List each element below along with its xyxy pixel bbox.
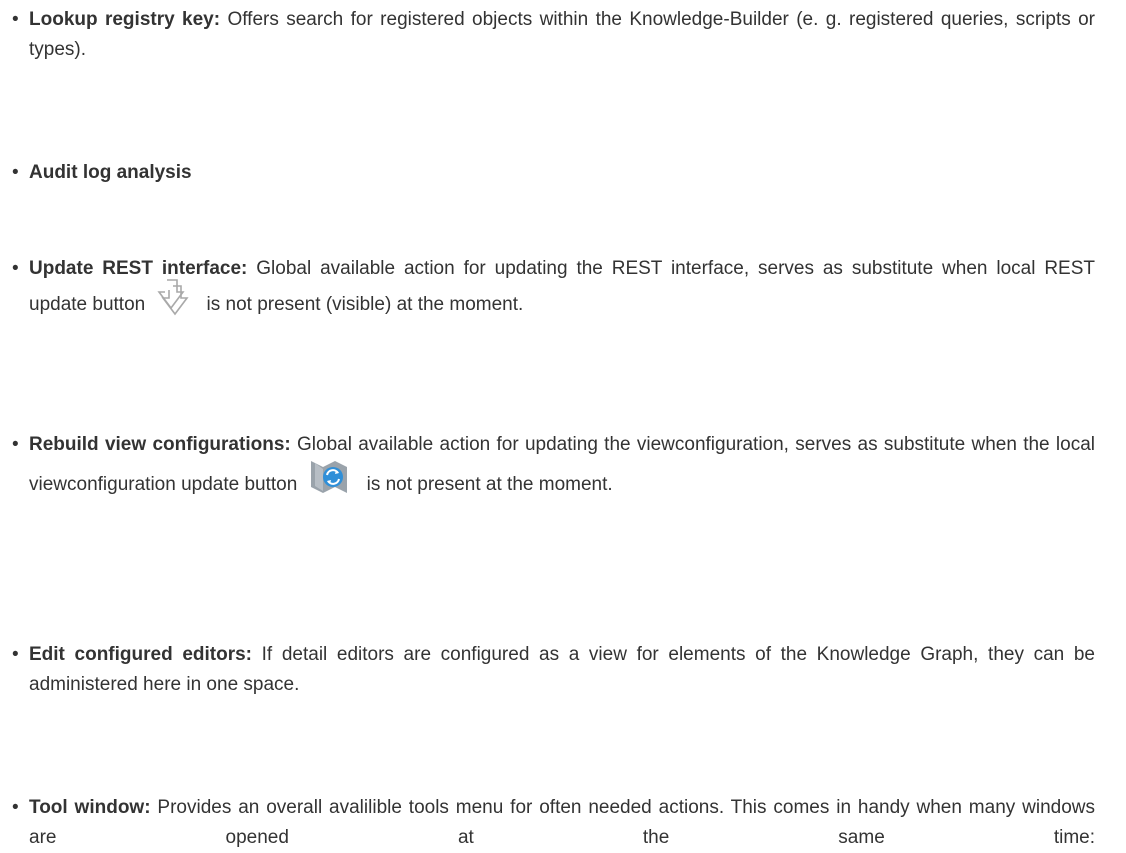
list-item-lookup-registry-key: Lookup registry key: Offers search for r… bbox=[12, 5, 1095, 65]
list-item-rebuild-view-configurations: Rebuild view configurations: Global avai… bbox=[12, 427, 1095, 507]
item-term: Rebuild view configurations: bbox=[29, 434, 291, 455]
viewconfig-refresh-icon bbox=[305, 453, 353, 497]
item-term: Audit log analysis bbox=[29, 162, 192, 183]
list-item-audit-log-analysis: Audit log analysis bbox=[12, 158, 1095, 188]
document-page: Lookup registry key: Offers search for r… bbox=[0, 0, 1126, 848]
rest-update-arrow-icon bbox=[153, 278, 193, 316]
item-description: Provides an overall avalilible tools men… bbox=[29, 797, 1095, 848]
item-description-after-icon: is not present (visible) at the moment. bbox=[201, 294, 524, 316]
item-term: Lookup registry key: bbox=[29, 9, 221, 30]
item-description-after-icon: is not present at the moment. bbox=[361, 474, 613, 496]
list-item-edit-configured-editors: Edit configured editors: If detail edito… bbox=[12, 640, 1095, 700]
list-item-update-rest-interface: Update REST interface: Global available … bbox=[12, 252, 1095, 324]
item-term: Edit configured editors: bbox=[29, 644, 252, 665]
list-item-tool-window: Tool window: Provides an overall avalili… bbox=[12, 793, 1095, 853]
item-term: Tool window: bbox=[29, 797, 151, 818]
feature-list: Lookup registry key: Offers search for r… bbox=[0, 0, 1126, 848]
item-term: Update REST interface: bbox=[29, 258, 248, 279]
